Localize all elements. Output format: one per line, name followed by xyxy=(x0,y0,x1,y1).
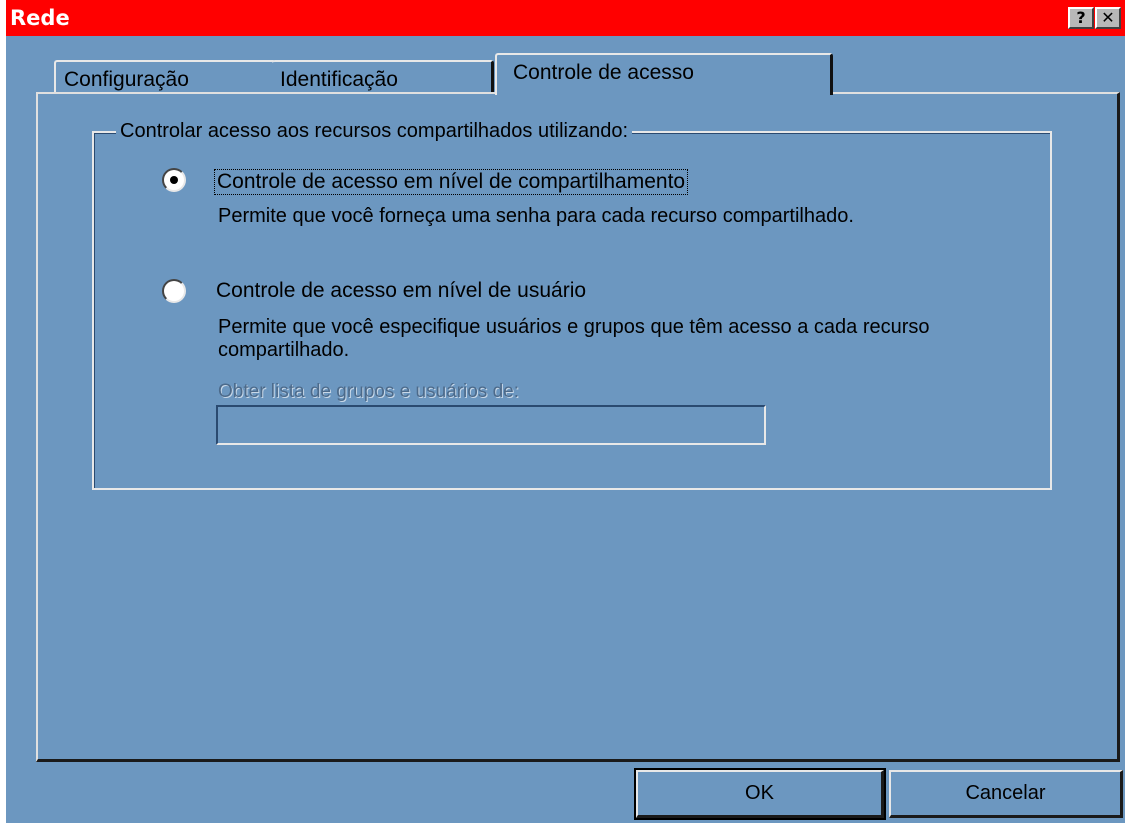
group-label: Controlar acesso aos recursos compartilh… xyxy=(116,120,633,143)
tab-identificacao[interactable]: Identificação xyxy=(272,60,494,93)
share-level-radio[interactable] xyxy=(162,168,186,192)
radio-selected-dot xyxy=(170,176,178,184)
share-level-description: Permite que você forneça uma senha para … xyxy=(218,205,854,227)
list-source-field[interactable] xyxy=(216,405,766,445)
cancel-button[interactable]: Cancelar xyxy=(889,770,1123,818)
list-source-label: Obter lista de grupos e usuários de: xyxy=(218,381,520,402)
window-title: Rede xyxy=(10,6,70,30)
close-button[interactable]: ✕ xyxy=(1095,7,1121,29)
title-bar[interactable]: Rede ? ✕ xyxy=(6,0,1125,36)
share-level-label[interactable]: Controle de acesso em nível de compartil… xyxy=(214,169,689,195)
close-icon: ✕ xyxy=(1101,8,1115,27)
tab-configuracao[interactable]: Configuração xyxy=(54,60,276,93)
help-button[interactable]: ? xyxy=(1068,7,1094,29)
user-level-label[interactable]: Controle de acesso em nível de usuário xyxy=(216,279,586,303)
network-dialog: Rede ? ✕ Configuração Identificação Cont… xyxy=(6,0,1125,823)
tab-controle-de-acesso[interactable]: Controle de acesso xyxy=(495,53,833,95)
ok-button[interactable]: OK xyxy=(634,768,886,820)
user-level-description: Permite que você especifique usuários e … xyxy=(218,316,930,361)
user-level-radio[interactable] xyxy=(162,279,186,303)
help-icon: ? xyxy=(1076,8,1086,27)
